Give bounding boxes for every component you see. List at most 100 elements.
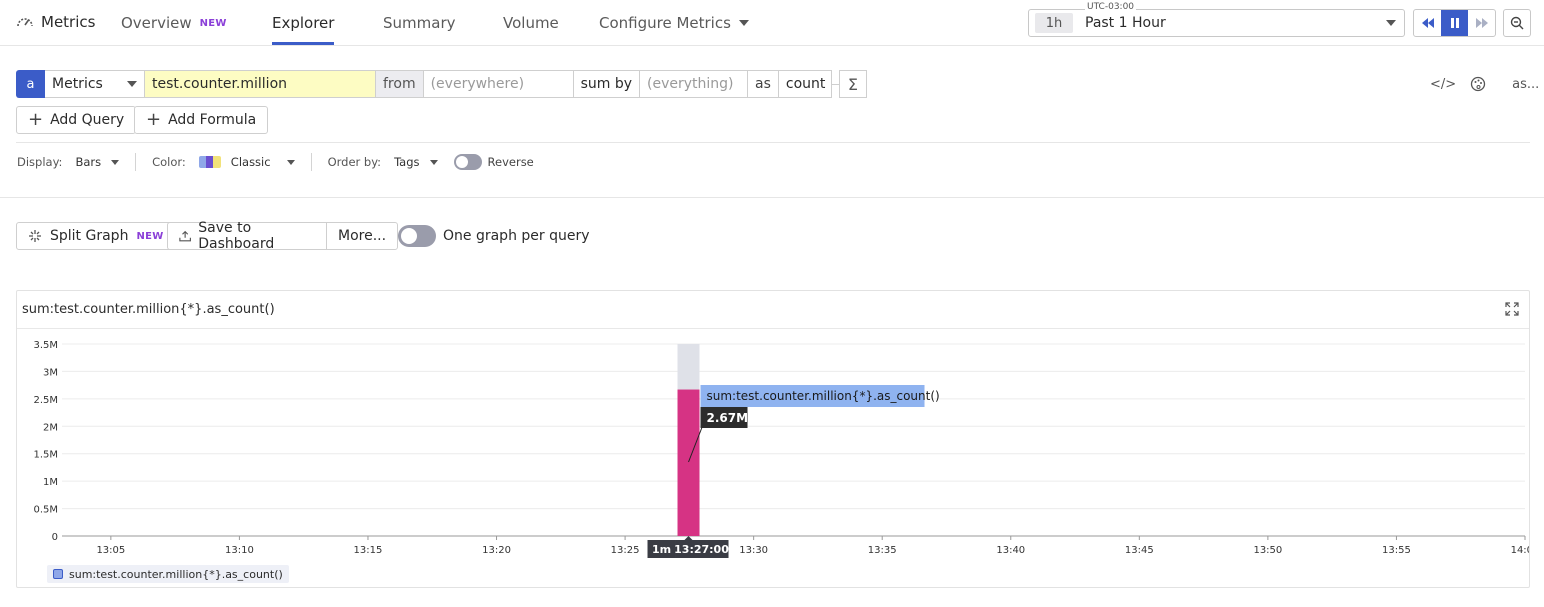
zoom-out-icon [1510,16,1524,30]
add-query-button[interactable]: + Add Query [16,106,137,134]
chart-legend[interactable]: sum:test.counter.million{*}.as_count() [47,565,289,583]
x-tick-label: 13:15 [354,545,383,556]
one-graph-toggle[interactable] [398,225,436,247]
brand-label: Metrics [41,13,96,31]
chevron-down-icon [286,159,295,165]
as-label: as [748,70,779,98]
reverse-label: Reverse [487,155,534,169]
palette-icon[interactable] [1470,76,1486,92]
chevron-down-icon [111,159,120,165]
from-scope-input[interactable]: (everywhere) [423,70,574,98]
query-tools: </> as... [1430,76,1539,92]
order-label: Order by: [327,155,382,169]
divider [310,153,312,171]
time-range-label: Past 1 Hour [1085,15,1166,31]
x-tick-label: 13:25 [611,545,640,556]
as-count-select[interactable]: count [778,70,832,98]
tab-configure-metrics[interactable]: Configure Metrics [599,14,749,32]
split-graph-label: Split Graph [50,228,129,244]
y-tick-label: 0 [52,532,58,543]
y-tick-label: 2.5M [33,395,58,406]
playback-controls [1413,9,1496,37]
chevron-down-icon [1386,20,1396,26]
from-label: from [376,70,424,98]
divider [16,142,1530,143]
y-tick-label: 0.5M [33,505,58,516]
y-tick-label: 1.5M [33,450,58,461]
tab-overview-label: Overview [121,14,192,32]
x-tick-label: 13:30 [739,545,768,556]
legend-swatch [53,569,63,579]
x-tick-label: 13:35 [868,545,897,556]
tab-volume-label: Volume [503,14,559,32]
plus-icon: + [146,109,162,130]
save-to-dashboard-button[interactable]: Save to Dashboard [167,220,327,252]
timezone-label: UTC-03:00 [1085,2,1137,12]
color-label: Color: [152,155,186,169]
more-label: More... [338,228,387,244]
tab-summary[interactable]: Summary [383,14,456,32]
aggregation-select[interactable]: sum by [573,70,641,98]
tab-configure-label: Configure Metrics [599,14,731,32]
more-button[interactable]: More... [326,222,399,250]
split-icon [29,230,41,242]
tab-explorer-label: Explorer [272,14,335,32]
function-sigma-button[interactable]: Σ [838,70,867,98]
fast-forward-button[interactable] [1468,10,1495,36]
one-graph-toggle-group: One graph per query [398,225,590,247]
connector-line [831,83,839,85]
expand-icon[interactable] [1505,302,1519,316]
x-tick-label: 13:50 [1253,545,1282,556]
query-editor: a Metrics test.counter.million from (eve… [16,70,867,98]
rewind-button[interactable] [1414,10,1441,36]
query-letter[interactable]: a [16,70,45,98]
display-label: Display: [17,155,63,169]
bar-chart[interactable]: 0 0.5M 1M 1.5M 2M 2.5M 3M 3.5M 13:05 13:10 13:15 13… [17,330,1529,562]
x-tick-label: 14:00 [1511,545,1529,556]
tooltip-value: 2.67M [707,411,749,425]
group-by-input[interactable]: (everything) [640,70,749,98]
tab-overview[interactable]: Overview NEW [121,14,227,32]
tab-summary-label: Summary [383,14,456,32]
chevron-down-icon [127,81,137,87]
tab-volume[interactable]: Volume [503,14,559,32]
divider [0,197,1544,198]
pause-icon [1450,18,1459,28]
hover-time-label: 13:27:00 [674,543,729,556]
top-nav: Metrics Overview NEW Explorer Summary Vo… [0,0,1544,46]
bar [677,389,700,536]
graph-header: sum:test.counter.million{*}.as_count() [17,291,1529,329]
color-palette-swatch [198,156,221,168]
hover-time-pointer [684,536,693,540]
zoom-out-button[interactable] [1503,9,1531,37]
legend-label: sum:test.counter.million{*}.as_count() [69,567,283,581]
x-tick-label: 13:40 [996,545,1025,556]
add-formula-button[interactable]: + Add Formula [134,106,269,134]
new-badge: NEW [199,17,227,29]
x-tick-label: 13:05 [96,545,125,556]
order-by-select[interactable]: Tags [394,155,419,169]
alias-as-button[interactable]: as... [1512,77,1539,92]
fast-forward-icon [1475,18,1488,28]
one-graph-label: One graph per query [443,228,590,244]
y-tick-label: 2M [43,422,58,433]
reverse-toggle[interactable] [453,154,482,170]
split-graph-button[interactable]: Split Graph NEW [16,222,176,250]
pause-button[interactable] [1441,10,1468,36]
color-select[interactable]: Classic [231,155,271,169]
code-icon[interactable]: </> [1430,77,1456,92]
y-tick-label: 3M [43,367,58,378]
data-source-select[interactable]: Metrics [45,70,145,98]
tab-explorer[interactable]: Explorer [272,14,335,45]
metric-name-input[interactable]: test.counter.million [145,70,376,98]
rewind-icon [1421,18,1434,28]
x-tick-label: 13:45 [1125,545,1154,556]
y-tick-label: 1M [43,477,58,488]
y-tick-label: 3.5M [33,340,58,351]
time-range-picker[interactable]: 1h Past 1 Hour [1028,9,1405,37]
new-badge: NEW [136,230,164,242]
add-query-label: Add Query [50,112,125,128]
brand[interactable]: Metrics [16,13,95,31]
chevron-down-icon [738,20,749,26]
display-type-select[interactable]: Bars [75,155,101,169]
